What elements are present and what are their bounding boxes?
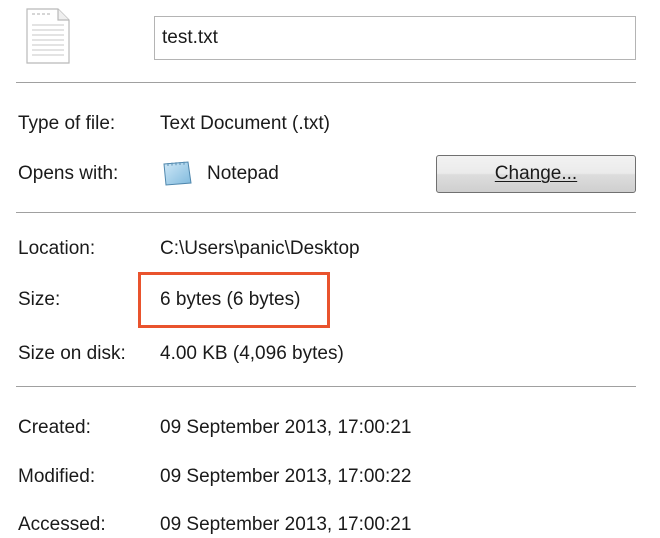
type-of-file-label: Type of file: — [18, 113, 116, 134]
location-label: Location: — [18, 238, 96, 259]
separator — [16, 212, 636, 213]
size-on-disk-label: Size on disk: — [18, 343, 126, 364]
location-value: C:\Users\panic\Desktop — [160, 238, 360, 259]
modified-label: Modified: — [18, 466, 96, 487]
size-label: Size: — [18, 289, 61, 310]
created-value: 09 September 2013, 17:00:21 — [160, 417, 412, 438]
accessed-value: 09 September 2013, 17:00:21 — [160, 514, 412, 535]
opens-with-app-name: Notepad — [207, 163, 279, 184]
separator — [16, 82, 636, 83]
text-file-icon — [26, 8, 70, 64]
change-button-label: Change... — [494, 163, 578, 184]
accessed-label: Accessed: — [18, 514, 106, 535]
change-button[interactable]: Change... — [436, 155, 636, 193]
size-highlight-box — [138, 272, 330, 328]
file-name-value: test.txt — [162, 27, 218, 48]
modified-value: 09 September 2013, 17:00:22 — [160, 466, 412, 487]
notepad-icon — [163, 161, 192, 186]
created-label: Created: — [18, 417, 91, 438]
opens-with-label: Opens with: — [18, 163, 119, 184]
file-name-input[interactable]: test.txt — [154, 16, 636, 60]
separator — [16, 386, 636, 387]
type-of-file-value: Text Document (.txt) — [160, 113, 330, 134]
size-on-disk-value: 4.00 KB (4,096 bytes) — [160, 343, 344, 364]
